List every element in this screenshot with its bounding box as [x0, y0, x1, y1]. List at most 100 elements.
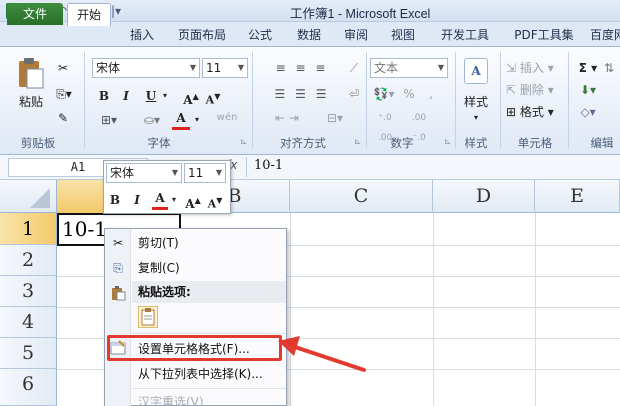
select-all-corner[interactable]: [0, 180, 57, 213]
tab-home[interactable]: 开始: [67, 3, 111, 26]
percent-button[interactable]: %: [402, 84, 416, 104]
shrink-font-button[interactable]: A▼: [204, 86, 222, 107]
annotation-arrow-icon: [278, 336, 366, 372]
menu-paste-options-label: 粘贴选项:: [138, 285, 191, 299]
gridline: [433, 213, 434, 406]
sort-filter-icon[interactable]: ⇅: [600, 58, 618, 78]
wrap-text-icon[interactable]: ⏎: [346, 84, 362, 104]
number-dialog-launcher-icon[interactable]: ⊾: [444, 137, 452, 147]
mini-bold-button[interactable]: B: [108, 190, 122, 210]
tab-file[interactable]: 文件: [7, 3, 63, 25]
font-name-value: 宋体: [96, 61, 121, 75]
group-divider: [84, 52, 85, 148]
clear-icon[interactable]: ◇▾: [574, 102, 602, 122]
tab-pdf-tools[interactable]: PDF工具集: [507, 25, 581, 45]
column-header-e[interactable]: E: [535, 180, 620, 213]
font-size-value: 11: [206, 61, 222, 75]
grow-font-label: A: [183, 93, 193, 107]
font-name-dropdown[interactable]: 宋体 ▼: [92, 58, 200, 78]
group-divider: [366, 52, 367, 148]
annotation-highlight-box: [107, 335, 282, 361]
tab-insert[interactable]: 插入: [120, 25, 164, 45]
borders-icon[interactable]: ⊞▾: [96, 110, 122, 130]
autosum-label: Σ: [578, 61, 587, 75]
font-size-dropdown[interactable]: 11 ▼: [202, 58, 248, 78]
context-menu-icon-column: [105, 229, 131, 406]
mini-font-color-dropdown-icon[interactable]: ▾: [170, 190, 178, 210]
number-format-dropdown[interactable]: 文本 ▼: [370, 58, 448, 78]
mini-shrink-font-button[interactable]: A▼: [206, 190, 224, 211]
orientation-icon[interactable]: ⟋: [346, 58, 362, 78]
vertical-align-icons[interactable]: ≡ ≡ ≡: [260, 58, 344, 78]
tab-review[interactable]: 审阅: [336, 25, 376, 45]
formula-input[interactable]: 10-1: [254, 158, 283, 173]
menu-item-pick-from-list[interactable]: 从下拉列表中选择(K)...: [138, 364, 263, 384]
fill-color-icon[interactable]: ⛀▾: [140, 110, 164, 130]
row-header-4[interactable]: 4: [0, 307, 57, 338]
format-cells-button[interactable]: ⊞ 格式 ▾: [506, 102, 566, 122]
menu-separator: [132, 388, 286, 389]
autosum-button[interactable]: Σ ▾: [574, 58, 602, 78]
phonetic-guide-icon[interactable]: wén: [212, 108, 242, 128]
copy-icon: ⎘: [113, 261, 123, 275]
underline-dropdown-icon[interactable]: ▾: [160, 86, 170, 106]
delete-cells-button[interactable]: ⇱ 删除 ▾: [506, 80, 566, 100]
row-header-2[interactable]: 2: [0, 245, 57, 276]
row-header-1[interactable]: 1: [0, 213, 57, 245]
column-header-d[interactable]: D: [433, 180, 535, 213]
tab-view[interactable]: 视图: [383, 25, 423, 45]
increase-decimal-icon[interactable]: ⁺.0 .00: [370, 108, 400, 143]
grow-font-button[interactable]: A▲: [182, 86, 200, 107]
mini-size-dropdown[interactable]: 11 ▼: [184, 163, 226, 183]
tab-formulas[interactable]: 公式: [240, 25, 280, 45]
menu-item-copy[interactable]: 复制(C): [138, 258, 180, 278]
mini-italic-button[interactable]: I: [130, 190, 144, 210]
font-color-button[interactable]: A: [172, 108, 190, 130]
row-header-6[interactable]: 6: [0, 369, 57, 406]
tab-page-layout[interactable]: 页面布局: [168, 25, 236, 45]
shrink-font-label: A: [205, 93, 215, 107]
menu-item-cut[interactable]: 剪切(T): [138, 233, 179, 253]
currency-icon[interactable]: 💱▾: [370, 84, 398, 104]
tab-baidu[interactable]: 百度网: [588, 25, 620, 45]
format-cells-label: 格式: [519, 105, 544, 119]
fill-icon[interactable]: ⬇▾: [574, 80, 602, 100]
menu-item-phonetic[interactable]: 汉字重选(V): [138, 392, 204, 406]
bold-button[interactable]: B: [96, 86, 112, 106]
tab-data[interactable]: 数据: [289, 25, 329, 45]
mini-font-color-button[interactable]: A: [152, 188, 168, 210]
cut-icon[interactable]: ✂: [52, 58, 74, 78]
alignment-dialog-launcher-icon[interactable]: ⊾: [354, 137, 362, 147]
paste-option-button[interactable]: [138, 306, 158, 328]
paste-icon[interactable]: [16, 56, 46, 90]
font-dialog-launcher-icon[interactable]: ⊾: [240, 137, 248, 147]
horizontal-align-icons[interactable]: ☰ ☰ ☰: [260, 84, 344, 104]
styles-dropdown-icon[interactable]: ▾: [470, 108, 482, 128]
column-header-c[interactable]: C: [290, 180, 433, 213]
group-label-alignment: 对齐方式: [280, 136, 326, 150]
decrease-decimal-icon[interactable]: .00 ⁻.0: [404, 108, 434, 143]
mini-grow-font-button[interactable]: A▲: [184, 190, 202, 211]
row-header-3[interactable]: 3: [0, 276, 57, 307]
underline-button[interactable]: U: [142, 86, 160, 106]
mini-size-value: 11: [188, 166, 204, 180]
paste-button[interactable]: 粘贴: [12, 92, 50, 112]
window-title: 工作簿1 - Microsoft Excel: [290, 7, 431, 21]
group-divider: [455, 52, 456, 148]
indent-icons[interactable]: ⇤ ⇥: [260, 108, 314, 128]
mini-font-dropdown[interactable]: 宋体 ▼: [106, 163, 182, 183]
row-header-5[interactable]: 5: [0, 338, 57, 369]
italic-button[interactable]: I: [118, 86, 134, 106]
comma-button[interactable]: ,: [424, 84, 438, 104]
insert-cells-button[interactable]: ⇲ 插入 ▾: [506, 58, 566, 78]
merge-center-icon[interactable]: ⊟▾: [320, 108, 350, 128]
tab-developer[interactable]: 开发工具: [432, 25, 498, 45]
group-label-styles: 样式: [464, 136, 488, 150]
font-color-dropdown-icon[interactable]: ▾: [192, 110, 202, 130]
group-divider: [252, 52, 253, 148]
styles-icon[interactable]: A: [464, 58, 488, 84]
copy-icon[interactable]: ⎘▾: [52, 84, 76, 104]
group-label-number: 数字: [390, 136, 414, 150]
format-painter-icon[interactable]: ✎: [52, 108, 74, 128]
menu-separator: [132, 333, 286, 334]
